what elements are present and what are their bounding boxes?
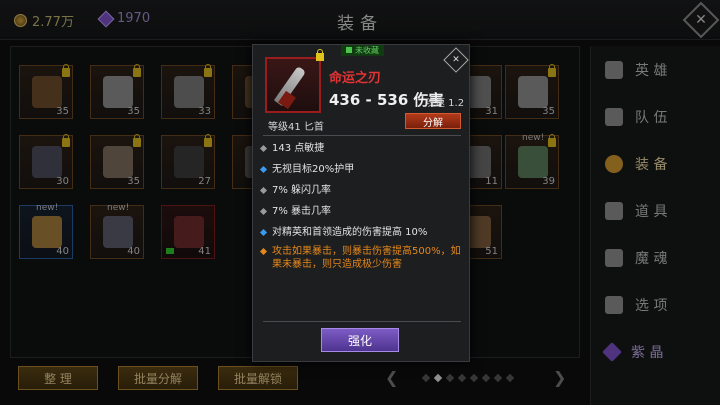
favorite-badge[interactable]: 未收藏: [341, 45, 384, 56]
stat-line: 7% 躲闪几率: [259, 184, 465, 197]
diamond-bullet-icon: [259, 228, 268, 237]
divider: [263, 321, 461, 322]
favorite-badge-label: 未收藏: [355, 46, 379, 55]
item-level-type: 等级41 匕首: [268, 122, 324, 133]
item-name: 命运之刃: [329, 71, 382, 86]
bookmark-icon: [346, 47, 352, 53]
stat-text: 对精英和首领造成的伤害提高 10%: [272, 227, 428, 238]
divider: [263, 135, 461, 136]
attack-speed: 攻速 1.2: [425, 98, 465, 109]
item-detail-panel: 未收藏 命运之刃 436 - 536 伤害 攻速 1.2 ✕ 等级41 匕首 分…: [252, 44, 470, 362]
stat-text: 143 点敏捷: [272, 143, 325, 154]
diamond-bullet-icon: [259, 186, 268, 195]
stat-line: 143 点敏捷: [259, 142, 465, 155]
stat-text: 攻击如果暴击，则暴击伤害提高500%，如果未暴击，则只造成极少伤害: [272, 246, 461, 270]
lock-icon[interactable]: [316, 49, 324, 61]
item-icon-frame: [265, 57, 321, 113]
dismantle-button[interactable]: 分解: [405, 113, 461, 129]
stat-text: 无视目标20%护甲: [272, 164, 355, 175]
stat-line: 7% 暴击几率: [259, 205, 465, 218]
stat-line: 对精英和首领造成的伤害提高 10%: [259, 226, 465, 239]
panel-close-button[interactable]: ✕: [443, 47, 469, 73]
diamond-bullet-icon: [259, 165, 268, 174]
diamond-bullet-icon: [259, 247, 268, 256]
close-icon: ✕: [452, 55, 460, 65]
diamond-bullet-icon: [259, 207, 268, 216]
stat-text: 7% 暴击几率: [272, 206, 332, 217]
stat-line: 攻击如果暴击，则暴击伤害提高500%，如果未暴击，则只造成极少伤害: [259, 245, 465, 271]
enhance-button[interactable]: 强化: [321, 328, 399, 352]
diamond-bullet-icon: [259, 144, 268, 153]
stat-text: 7% 躲闪几率: [272, 185, 332, 196]
stat-line: 无视目标20%护甲: [259, 163, 465, 176]
